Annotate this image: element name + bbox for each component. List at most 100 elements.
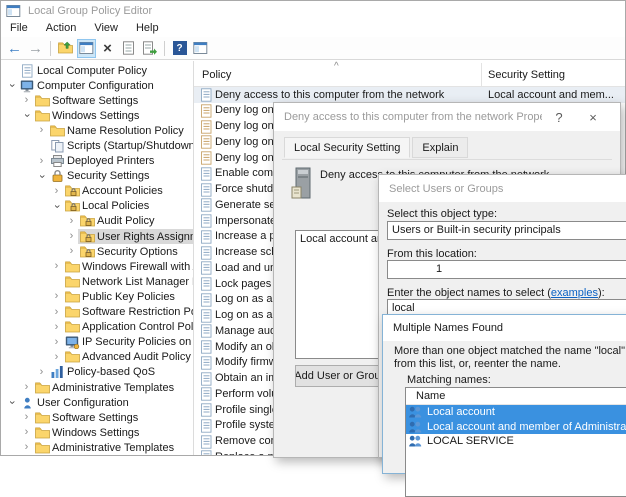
export-list-icon[interactable] [140,39,159,58]
tree-item-name-resolution-policy[interactable]: ›Name Resolution Policy [1,123,193,138]
tree-item-policy-based-qos[interactable]: ›Policy-based QoS [1,365,193,380]
chevron-right-icon[interactable]: › [65,216,78,227]
chevron-right-icon[interactable]: › [50,352,63,363]
chevron-right-icon[interactable]: › [20,382,33,393]
tree-item-security-settings[interactable]: ›Security Settings [1,169,193,184]
chevron-right-icon[interactable]: › [65,246,78,257]
tree-item-content[interactable]: Name Resolution Policy [48,123,186,138]
tree-item-content[interactable]: Windows Firewall with A [63,259,193,274]
tree-item-audit-policy[interactable]: ›Audit Policy [1,214,193,229]
chevron-right-icon[interactable]: › [50,261,63,272]
tree-item-content[interactable]: Security Settings [48,169,152,184]
show-console-tree-icon[interactable] [77,39,96,58]
chevron-down-icon[interactable]: › [6,79,17,92]
tree-item-software-settings[interactable]: ›Software Settings [1,410,193,425]
menu-view[interactable]: View [85,21,127,36]
tree-item-user-rights-assignm[interactable]: ›User Rights Assignm [1,229,193,244]
tree-item-content[interactable]: Policy-based QoS [48,365,157,380]
tree-item-content[interactable]: Software Settings [33,93,140,108]
tree-item-content[interactable]: User Rights Assignm [78,229,193,244]
tree-item-content[interactable]: User Configuration [18,395,131,410]
tree-item-account-policies[interactable]: ›Account Policies [1,184,193,199]
tree-item-content[interactable]: Security Options [78,244,180,259]
name-column-header[interactable]: Name [406,388,626,405]
chevron-down-icon[interactable]: › [36,170,47,183]
tree-item-administrative-templates[interactable]: ›Administrative Templates [1,380,193,395]
chevron-right-icon[interactable]: › [50,291,63,302]
up-one-level-folder-icon[interactable] [56,39,75,58]
examples-link[interactable]: examples [551,287,598,299]
chevron-right-icon[interactable]: › [20,442,33,453]
delete-icon[interactable]: × [98,39,117,58]
chevron-right-icon[interactable]: › [35,125,48,136]
matching-names-list[interactable]: Name Local accountLocal account and memb… [405,387,626,497]
tree-item-administrative-templates[interactable]: ›Administrative Templates [1,440,193,455]
matching-name-local-account[interactable]: Local account [406,405,626,420]
help-button[interactable]: ? [542,107,576,127]
policy-row-deny-access-to-this-computer-from-the-network[interactable]: Deny access to this computer from the ne… [194,87,625,103]
tree-item-content[interactable]: Computer Configuration [18,78,156,93]
chevron-down-icon[interactable]: › [51,200,62,213]
chevron-down-icon[interactable]: › [21,109,32,122]
tree-item-security-options[interactable]: ›Security Options [1,244,193,259]
tree-item-content[interactable]: Windows Settings [33,108,141,123]
tree-item-content[interactable]: Account Policies [63,184,165,199]
column-divider[interactable] [481,63,482,86]
tree-item-local-computer-policy[interactable]: Local Computer Policy [1,63,193,78]
tree-item-content[interactable]: Audit Policy [78,214,156,229]
chevron-right-icon[interactable]: › [35,156,48,167]
matching-name-local-account-and-member-of-administrators-group[interactable]: Local account and member of Administrato… [406,420,626,435]
chevron-right-icon[interactable]: › [65,231,78,242]
tree-item-content[interactable]: Scripts (Startup/Shutdown) [48,139,193,154]
tree-item-content[interactable]: Software Settings [33,410,140,425]
tree-item-computer-configuration[interactable]: ›Computer Configuration [1,78,193,93]
tree-item-content[interactable]: Windows Settings [33,425,141,440]
column-header-policy[interactable]: Policy [202,69,231,81]
tree-item-windows-settings[interactable]: ›Windows Settings [1,108,193,123]
tree-item-application-control-poli[interactable]: ›Application Control Poli [1,320,193,335]
tab-local-security-setting[interactable]: Local Security Setting [284,137,410,158]
tree-item-content[interactable]: Application Control Poli [63,320,193,335]
tree-item-local-policies[interactable]: ›Local Policies [1,199,193,214]
tree-item-user-configuration[interactable]: ›User Configuration [1,395,193,410]
close-icon[interactable]: × [576,107,610,127]
tree-item-content[interactable]: Software Restriction Pol [63,305,193,320]
tab-explain[interactable]: Explain [412,137,468,158]
tree-item-content[interactable]: Local Computer Policy [18,63,149,78]
chevron-right-icon[interactable]: › [20,95,33,106]
tree-item-deployed-printers[interactable]: ›Deployed Printers [1,154,193,169]
help-icon[interactable]: ? [170,39,189,58]
tree-item-content[interactable]: Advanced Audit Policy C [63,350,193,365]
menu-file[interactable]: File [1,21,37,36]
tree-item-network-list-manager-p[interactable]: Network List Manager P [1,274,193,289]
chevron-right-icon[interactable]: › [50,186,63,197]
chevron-right-icon[interactable]: › [50,337,63,348]
chevron-right-icon[interactable]: › [35,367,48,378]
object-type-field[interactable]: Users or Built-in security principals [387,221,626,240]
tree-item-advanced-audit-policy-c[interactable]: ›Advanced Audit Policy C [1,350,193,365]
chevron-right-icon[interactable]: › [20,412,33,423]
chevron-right-icon[interactable]: › [50,322,63,333]
menu-help[interactable]: Help [127,21,168,36]
properties-icon[interactable] [119,39,138,58]
tree-item-scripts-startup-shutdown[interactable]: Scripts (Startup/Shutdown) [1,138,193,153]
tree-item-software-restriction-pol[interactable]: ›Software Restriction Pol [1,305,193,320]
tree-item-content[interactable]: Deployed Printers [48,154,156,169]
forward-arrow-icon[interactable]: → [26,39,45,58]
tree-item-windows-firewall-with-a[interactable]: ›Windows Firewall with A [1,259,193,274]
chevron-down-icon[interactable]: › [6,396,17,409]
tree-item-public-key-policies[interactable]: ›Public Key Policies [1,289,193,304]
chevron-right-icon[interactable]: › [50,307,63,318]
tree-item-content[interactable]: Local Policies [63,199,151,214]
tree-item-content[interactable]: Administrative Templates [33,440,176,455]
tree-item-software-settings[interactable]: ›Software Settings [1,93,193,108]
tree-item-content[interactable]: Public Key Policies [63,289,177,304]
tree-item-content[interactable]: Administrative Templates [33,380,176,395]
new-window-icon[interactable] [191,39,210,58]
chevron-right-icon[interactable]: › [20,427,33,438]
back-arrow-icon[interactable]: ← [5,39,24,58]
tree-item-windows-settings[interactable]: ›Windows Settings [1,425,193,440]
tree-item-content[interactable]: Network List Manager P [63,274,193,289]
menu-action[interactable]: Action [37,21,86,36]
tree-item-ip-security-policies-on-l[interactable]: ›IP Security Policies on L [1,335,193,350]
